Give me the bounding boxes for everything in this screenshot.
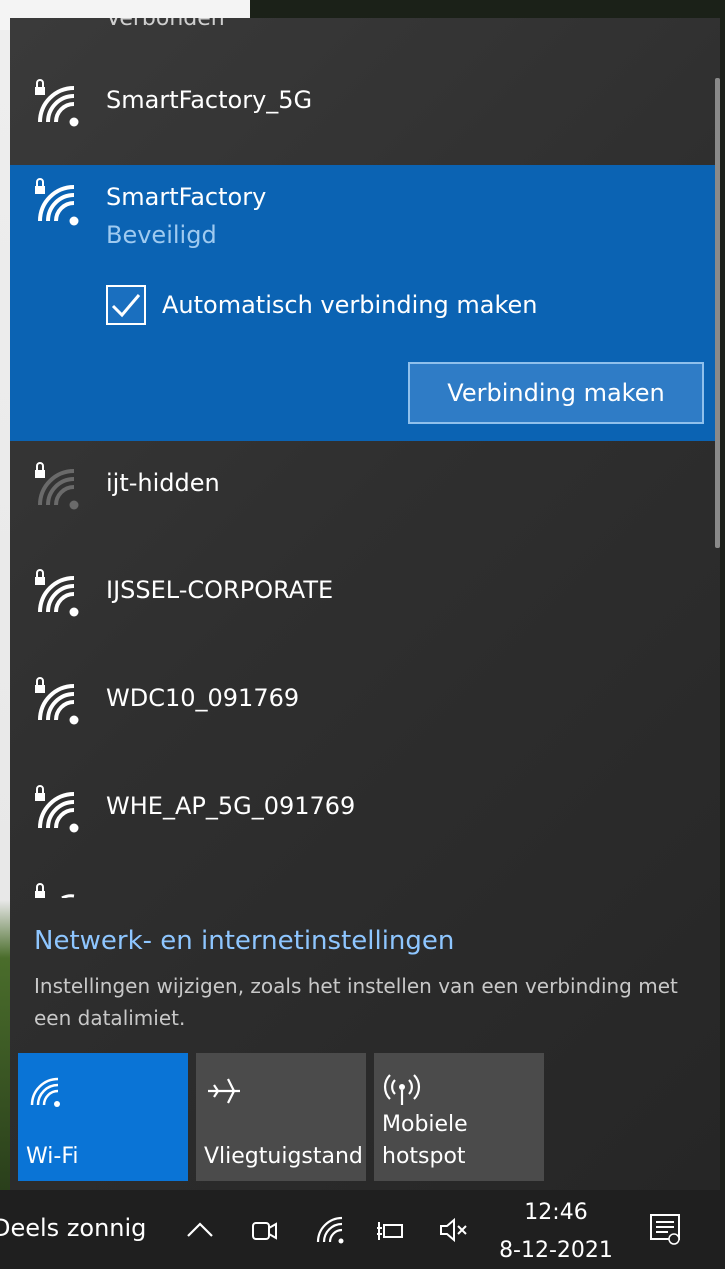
notifications-icon[interactable] xyxy=(648,1212,682,1246)
checkmark-icon xyxy=(111,294,141,318)
network-name: SmartFactory xyxy=(106,183,267,211)
mobile-hotspot-tile-label: Mobiele hotspot xyxy=(382,1112,468,1169)
taskbar-clock[interactable]: 12:46 8-12-2021 xyxy=(496,1198,616,1268)
meet-now-icon[interactable] xyxy=(248,1214,280,1246)
weather-widget[interactable]: Deels zonnig xyxy=(0,1214,146,1242)
network-name: ijt-hidden xyxy=(106,469,220,497)
network-item[interactable]: WHE_AP_5G_091769 xyxy=(10,752,720,860)
desktop-background xyxy=(720,30,725,1190)
wifi-secured-icon xyxy=(35,677,79,725)
airplane-mode-tile-label: Vliegtuigstand xyxy=(204,1144,363,1169)
network-item[interactable]: IJSSEL-CORPORATE xyxy=(10,536,720,644)
wifi-secured-icon xyxy=(35,785,79,833)
network-name: WHE_AP_5G_091769 xyxy=(106,792,356,820)
network-name: SmartFactory_5G xyxy=(106,86,313,114)
battery-charging-icon[interactable] xyxy=(374,1214,406,1246)
connected-header: Verbonden xyxy=(106,18,225,31)
connect-button[interactable]: Verbinding maken xyxy=(408,362,704,424)
network-name: WDC10_091769 xyxy=(106,684,300,712)
network-item-selected[interactable]: SmartFactory Beveiligd Automatisch verbi… xyxy=(10,165,720,441)
chevron-up-icon[interactable] xyxy=(184,1214,216,1246)
auto-connect-label: Automatisch verbinding maken xyxy=(162,291,538,319)
clock-date: 8-12-2021 xyxy=(499,1238,613,1263)
mobile-hotspot-tile[interactable]: Mobiele hotspot xyxy=(374,1053,544,1181)
volume-muted-icon[interactable] xyxy=(438,1214,470,1246)
airplane-mode-tile[interactable]: Vliegtuigstand xyxy=(196,1053,366,1181)
wifi-secured-icon xyxy=(35,569,79,617)
hotspot-icon xyxy=(383,1074,421,1105)
clock-time: 12:46 xyxy=(524,1200,588,1225)
wifi-secured-icon xyxy=(35,178,79,226)
network-settings-description: Instellingen wijzigen, zoals het instell… xyxy=(34,974,678,1030)
wifi-tile[interactable]: Wi-Fi xyxy=(18,1053,188,1181)
network-item[interactable]: ijt-hidden xyxy=(10,429,720,537)
network-name: IJSSEL-CORPORATE xyxy=(106,576,334,604)
wifi-secured-icon xyxy=(35,883,75,898)
taskbar: Deels zonnig 12:46 8-12-2021 xyxy=(0,1190,725,1269)
network-item-partial[interactable] xyxy=(10,880,720,898)
wifi-icon[interactable] xyxy=(314,1214,346,1246)
network-settings-section: Netwerk- en internetinstellingen Instell… xyxy=(10,898,720,1048)
desktop-background xyxy=(0,30,10,1190)
auto-connect-option[interactable]: Automatisch verbinding maken xyxy=(106,285,537,325)
network-item[interactable]: WDC10_091769 xyxy=(10,644,720,752)
wifi-weak-secured-icon xyxy=(35,462,79,510)
network-flyout: Verbonden SmartFactory_5G SmartFactory B… xyxy=(10,18,720,1190)
wifi-tile-label: Wi-Fi xyxy=(26,1144,79,1169)
network-status: Beveiligd xyxy=(106,221,217,249)
network-item[interactable]: SmartFactory_5G xyxy=(10,46,720,154)
network-list-scrollbar[interactable] xyxy=(715,78,720,548)
auto-connect-checkbox[interactable] xyxy=(106,285,146,325)
network-settings-link[interactable]: Netwerk- en internetinstellingen xyxy=(34,926,454,956)
wifi-secured-icon xyxy=(35,79,79,127)
wifi-icon xyxy=(30,1077,60,1107)
airplane-icon xyxy=(208,1078,240,1104)
